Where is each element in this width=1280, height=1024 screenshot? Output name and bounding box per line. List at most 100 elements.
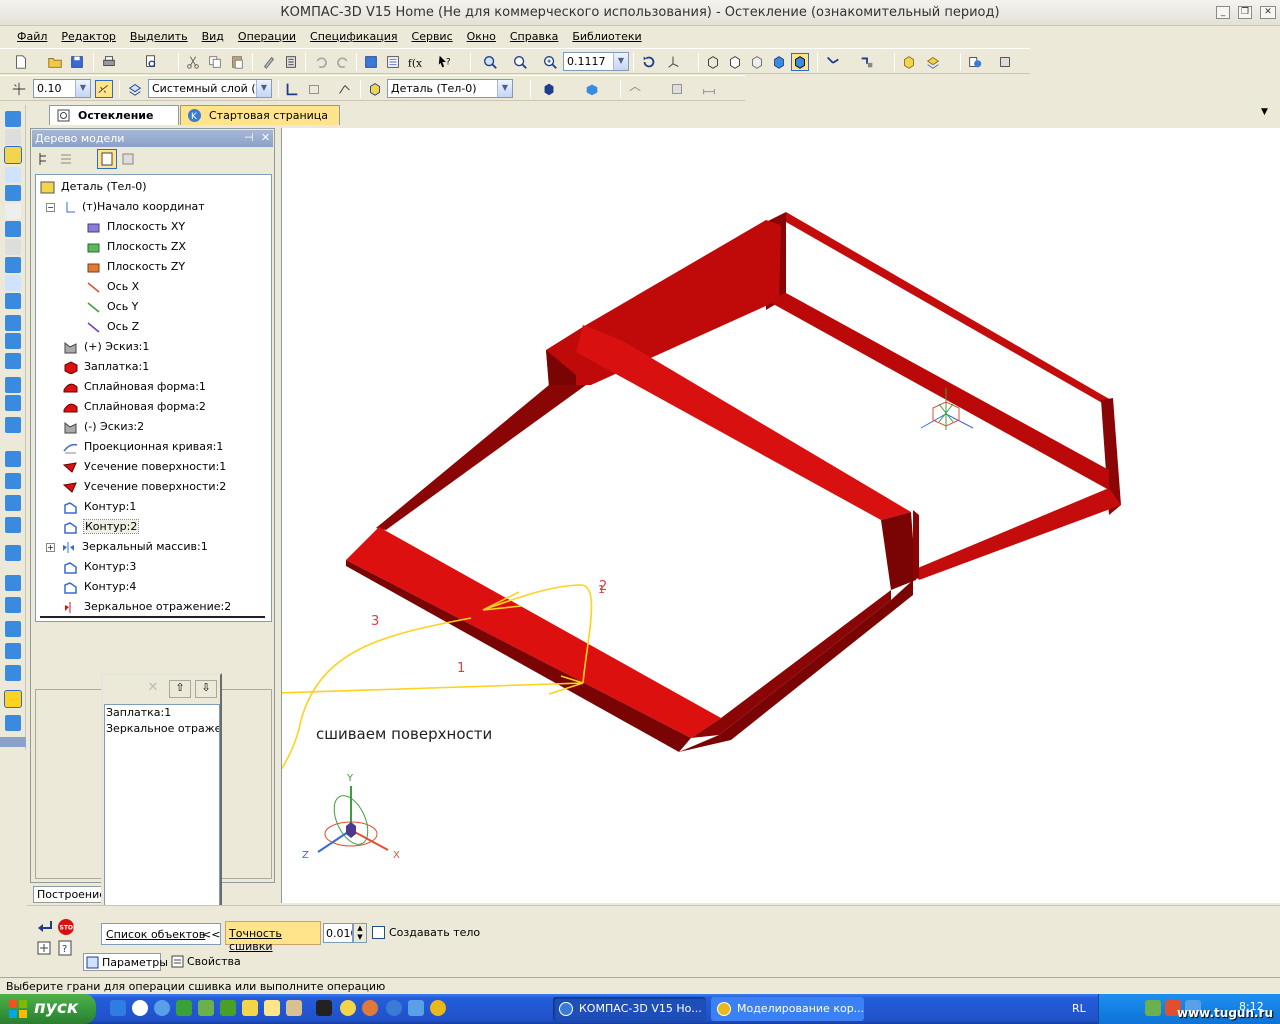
app-icon[interactable] (220, 1000, 236, 1016)
copy-icon[interactable] (206, 53, 224, 71)
yellow-cube-icon[interactable] (900, 53, 918, 71)
preview-icon[interactable] (142, 53, 160, 71)
extend-surface-icon[interactable] (5, 495, 21, 511)
help-pointer-icon[interactable]: ? (436, 53, 454, 71)
tree-item-spline-2[interactable]: Сплайновая форма:2 (63, 398, 206, 416)
tree-item-sketch-1[interactable]: (+) Эскиз:1 (63, 338, 149, 356)
ie-icon[interactable] (110, 1000, 126, 1016)
create-object-icon[interactable] (36, 918, 54, 934)
thicken-icon[interactable] (5, 575, 21, 591)
tree-item-contour-1[interactable]: Контур:1 (63, 498, 136, 516)
model-viewport[interactable]: 1 2 3 1 сшиваем поверхности Y X Z (281, 128, 1280, 903)
tree-item-sketch-2[interactable]: (-) Эскиз:2 (63, 418, 144, 436)
menu-edit[interactable]: Редактор (54, 27, 123, 43)
messenger-icon[interactable] (154, 1000, 170, 1016)
tree-item-trim-1[interactable]: Усечение поверхности:1 (63, 458, 226, 476)
menu-service[interactable]: Сервис (405, 27, 460, 43)
tree-structure-icon[interactable] (36, 151, 52, 167)
move-up-icon[interactable]: ⇧ (169, 680, 191, 698)
wireframe-icon[interactable] (704, 53, 722, 71)
gray-box-icon[interactable] (668, 80, 686, 98)
kompas-icon[interactable] (386, 1000, 402, 1016)
hidden-lines-icon[interactable] (726, 53, 744, 71)
expand-toolbar-icon[interactable] (0, 737, 26, 747)
tray-icon[interactable] (1145, 1000, 1161, 1016)
revolve-icon[interactable] (5, 293, 21, 309)
notepad-icon[interactable] (242, 1000, 258, 1016)
menu-help[interactable]: Справка (503, 27, 565, 43)
create-body-checkbox[interactable] (372, 926, 385, 939)
app-icon[interactable] (176, 1000, 192, 1016)
taskbar-button-chrome[interactable]: Моделирование кор... (711, 997, 864, 1021)
function-icon[interactable]: f(x) (406, 53, 424, 71)
expand-icon[interactable]: + (46, 543, 55, 552)
tree-item-contour-4[interactable]: Контур:4 (63, 578, 136, 596)
thin-lines-icon[interactable] (748, 53, 766, 71)
tree-item-plane-zx[interactable]: Плоскость ZX (86, 238, 186, 256)
redo-icon[interactable] (334, 53, 352, 71)
sketch-tool-icon[interactable] (4, 146, 22, 164)
patch-icon[interactable] (5, 395, 21, 411)
color-icon[interactable] (540, 80, 558, 98)
folder-icon[interactable] (264, 1000, 280, 1016)
restore-button[interactable]: ❐ (1238, 6, 1252, 19)
brush-icon[interactable] (260, 53, 278, 71)
variables-icon[interactable] (384, 53, 402, 71)
cut-icon[interactable] (184, 53, 202, 71)
collapse-icon[interactable]: − (46, 203, 55, 212)
help-icon[interactable]: ? (57, 940, 73, 956)
tolerance-spinner[interactable]: ▲ ▼ (353, 923, 367, 943)
dimension-icon[interactable] (700, 80, 718, 98)
menu-libraries[interactable]: Библиотеки (565, 27, 648, 43)
halftone-icon[interactable] (770, 53, 788, 71)
menu-file[interactable]: Файл (10, 27, 54, 43)
close-button[interactable]: ✕ (1260, 6, 1276, 19)
linear-surface-icon[interactable] (5, 643, 21, 659)
tab-construction[interactable]: Построение (33, 886, 106, 903)
extrude-surface-icon[interactable] (5, 315, 21, 331)
taskbar-button-kompas[interactable]: КОМПАС-3D V15 Ho... (553, 997, 706, 1021)
tree-item-mirror-2[interactable]: Зеркальное отражение:2 (63, 598, 231, 616)
detail-combo[interactable]: Деталь (Тел-0) ▼ (387, 79, 513, 98)
zoom-in-icon[interactable] (541, 53, 559, 71)
part-icon[interactable] (366, 80, 384, 98)
fit-view-icon[interactable] (36, 940, 52, 956)
zoom-combo[interactable]: 0.1117 ▼ (563, 52, 629, 71)
open-folder-icon[interactable] (46, 53, 64, 71)
chrome-icon[interactable] (430, 1000, 446, 1016)
tree-item-origin[interactable]: − (т)Начало координат (46, 198, 205, 216)
tree-filter-icon[interactable] (97, 149, 117, 169)
zoom-window-icon[interactable] (481, 53, 499, 71)
print-icon[interactable] (100, 53, 118, 71)
spline-icon[interactable] (5, 129, 21, 145)
app-icon[interactable] (198, 1000, 214, 1016)
menu-operations[interactable]: Операции (231, 27, 303, 43)
cut-surface-icon[interactable] (5, 597, 21, 613)
measure-icon[interactable] (858, 53, 876, 71)
tree-item-axis-z[interactable]: Ось Z (86, 318, 139, 336)
menu-select[interactable]: Выделить (123, 27, 195, 43)
language-indicator[interactable]: RL (1072, 1002, 1086, 1015)
document-icon[interactable] (282, 53, 300, 71)
tolerance-input[interactable]: 0.010 (323, 923, 353, 943)
tree-item-axis-x[interactable]: Ось X (86, 278, 139, 296)
layer-icon[interactable] (126, 80, 144, 98)
tree-item-spline-1[interactable]: Сплайновая форма:1 (63, 378, 206, 396)
menu-view[interactable]: Вид (195, 27, 231, 43)
detail-edit-icon[interactable] (5, 111, 21, 127)
paste-icon[interactable] (228, 53, 246, 71)
media-player-icon[interactable] (132, 1000, 148, 1016)
tree-item-trim-2[interactable]: Усечение поверхности:2 (63, 478, 226, 496)
tree-item-contour-2[interactable]: Контур:2 (63, 518, 140, 536)
move-down-icon[interactable]: ⇩ (195, 680, 217, 698)
menu-specification[interactable]: Спецификация (303, 27, 404, 43)
tree-item-plane-xy[interactable]: Плоскость XY (86, 218, 185, 236)
pin-icon[interactable]: ⊣ (244, 131, 254, 144)
tab-properties[interactable]: Свойства (169, 953, 241, 971)
tree-item-patch-1[interactable]: Заплатка:1 (63, 358, 149, 376)
loft-surface-icon[interactable] (5, 353, 21, 369)
arrow-tool-icon[interactable] (5, 185, 21, 201)
line-tool-icon[interactable] (5, 203, 21, 219)
delete-icon[interactable]: ✕ (143, 680, 163, 698)
new-file-icon[interactable] (12, 53, 30, 71)
